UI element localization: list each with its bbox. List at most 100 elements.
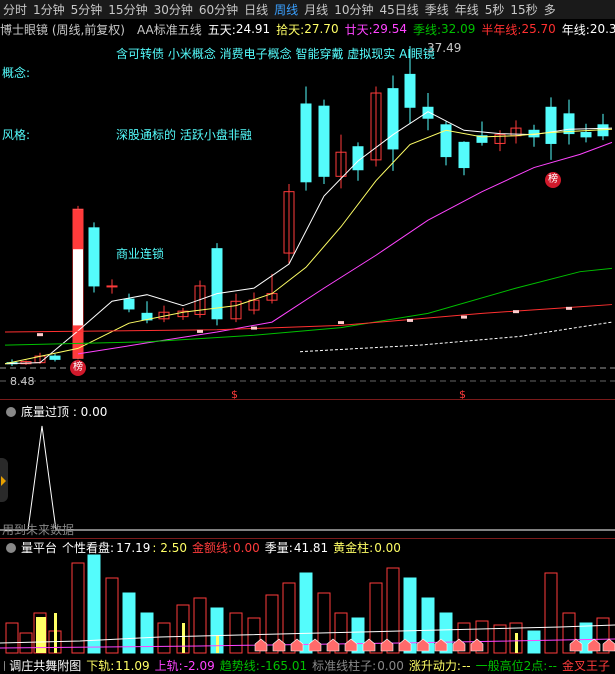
period-tab[interactable]: 分时 (0, 1, 30, 18)
period-tab[interactable]: 30分钟 (151, 1, 196, 18)
candle-body (319, 106, 329, 176)
volume-bar (6, 623, 18, 653)
bottom-rise-value: -- (462, 659, 471, 673)
period-tab[interactable]: 季线 (422, 1, 452, 18)
volume-bar (123, 593, 135, 653)
side-expand-tab[interactable] (0, 458, 8, 502)
candle-body (459, 142, 469, 167)
candle-body (89, 228, 99, 286)
candle-body (581, 132, 591, 136)
volume-bar (528, 631, 540, 653)
bottom-name: 调庄共舞附图 (9, 657, 81, 674)
gold-pillar (216, 635, 219, 653)
volume-bar (20, 633, 32, 653)
bottom-high-label: 一般高位2点: (476, 657, 548, 674)
side-expand-icon (1, 476, 6, 486)
ma20-value: 29.54 (373, 22, 407, 36)
bottom-trend-value: -165.01 (261, 659, 307, 673)
ma-marker (197, 330, 203, 333)
period-tab[interactable]: 45日线 (376, 1, 421, 18)
volume-bar (72, 563, 84, 653)
bottom-pole-value: 0.00 (377, 659, 404, 673)
ma-marker (566, 307, 572, 310)
ma-marker (461, 316, 467, 319)
bottom-trend-label: 趋势线: (220, 657, 260, 674)
ma250-value: 20.3 (590, 22, 615, 36)
period-tab[interactable]: 周线 (271, 1, 301, 18)
concept-text: 含可转债 小米概念 消费电子概念 智能穿戴 虚拟现实 AI眼镜 (116, 45, 435, 62)
settings-icon[interactable] (6, 543, 16, 553)
ma120-line (5, 305, 612, 332)
bottom-xia-value: 11.09 (115, 659, 149, 673)
ma60-value: 32.09 (441, 22, 475, 36)
candle-body (388, 89, 398, 149)
period-tab[interactable]: 月线 (301, 1, 331, 18)
period-tab[interactable]: 15秒 (507, 1, 540, 18)
period-tab[interactable]: 5分钟 (68, 1, 106, 18)
chart-title-bar: 博士眼镜 (周线,前复权) AA标准五线 五天: 24.91 拾天: 27.70… (0, 20, 615, 38)
industry-text: 商业连锁 (116, 245, 164, 262)
candle-body (124, 299, 134, 309)
period-tab[interactable]: 5秒 (482, 1, 508, 18)
kline-main-chart[interactable] (0, 38, 615, 398)
low-price-label: 8.48 (10, 375, 35, 388)
bottom-volume-line (0, 426, 615, 530)
panel-divider (0, 399, 615, 400)
style-text: 深股通标的 活跃小盘非融 (116, 126, 252, 143)
volume-bar (106, 578, 118, 653)
house-icon (327, 639, 339, 651)
ma60-label: 季线: (413, 21, 441, 38)
bottom-shang-value: -2.09 (184, 659, 215, 673)
ma250-label: 年线: (562, 21, 590, 38)
ma10-value: 27.70 (304, 22, 338, 36)
house-icon (603, 639, 615, 651)
ma-marker (251, 327, 257, 330)
period-tab[interactable]: 年线 (452, 1, 482, 18)
period-tab[interactable]: 多 (541, 1, 559, 18)
gold-pillar (182, 623, 185, 653)
volume-platform-chart[interactable] (0, 553, 615, 658)
rank-badge[interactable]: 榜 (70, 360, 86, 376)
bottom-shang-label: 上轨: (155, 657, 183, 674)
high-price-label: 37.49 (427, 41, 461, 55)
bottom-rise-label: 涨升动力: (409, 657, 461, 674)
bottom-pole-label: 标准线柱子: (312, 657, 376, 674)
period-tab[interactable]: 60分钟 (196, 1, 241, 18)
bottom-high-value: -- (548, 659, 557, 673)
house-icon (255, 639, 267, 651)
rank-badge[interactable]: 榜 (545, 172, 561, 188)
period-tab[interactable]: 15分钟 (105, 1, 150, 18)
candle-body (405, 74, 415, 107)
period-tab[interactable]: 1分钟 (30, 1, 68, 18)
ma10-label: 拾天: (276, 21, 304, 38)
volume-bar (88, 555, 100, 653)
stock-title[interactable]: 博士眼镜 (周线,前复权) (0, 21, 125, 38)
candle-body (423, 107, 433, 118)
volume-bar (194, 598, 206, 653)
ma5-label: 五天: (208, 21, 236, 38)
volume-bar (545, 573, 557, 653)
ma-marker (338, 321, 344, 324)
house-icon (453, 639, 465, 651)
ma120-value: 25.70 (521, 22, 555, 36)
volume-bar (300, 573, 312, 653)
ma20-label: 廿天: (345, 21, 373, 38)
ma-marker (37, 333, 43, 336)
gold-pillar (515, 633, 518, 653)
indicator-name[interactable]: AA标准五线 (137, 21, 202, 38)
period-tab[interactable]: 日线 (241, 1, 271, 18)
volume-bar (494, 625, 506, 653)
bottom-gold-label: 金叉王子 (562, 657, 610, 674)
concept-label: 概念: (2, 64, 30, 81)
candle-body (441, 125, 451, 157)
future-data-note: 用到未来数据 (2, 521, 74, 538)
style-label: 风格: (2, 126, 30, 143)
ma-marker (407, 319, 413, 322)
sub1-chart[interactable] (0, 418, 615, 538)
house-icon (471, 639, 483, 651)
bottom-indicator-row: 调庄共舞附图 下轨: 11.09 上轨: -2.09 趋势线: -165.01 … (2, 657, 615, 674)
candle-body (107, 286, 117, 287)
settings-icon[interactable] (6, 407, 16, 417)
period-tab[interactable]: 10分钟 (331, 1, 376, 18)
ma5-value: 24.91 (236, 22, 270, 36)
